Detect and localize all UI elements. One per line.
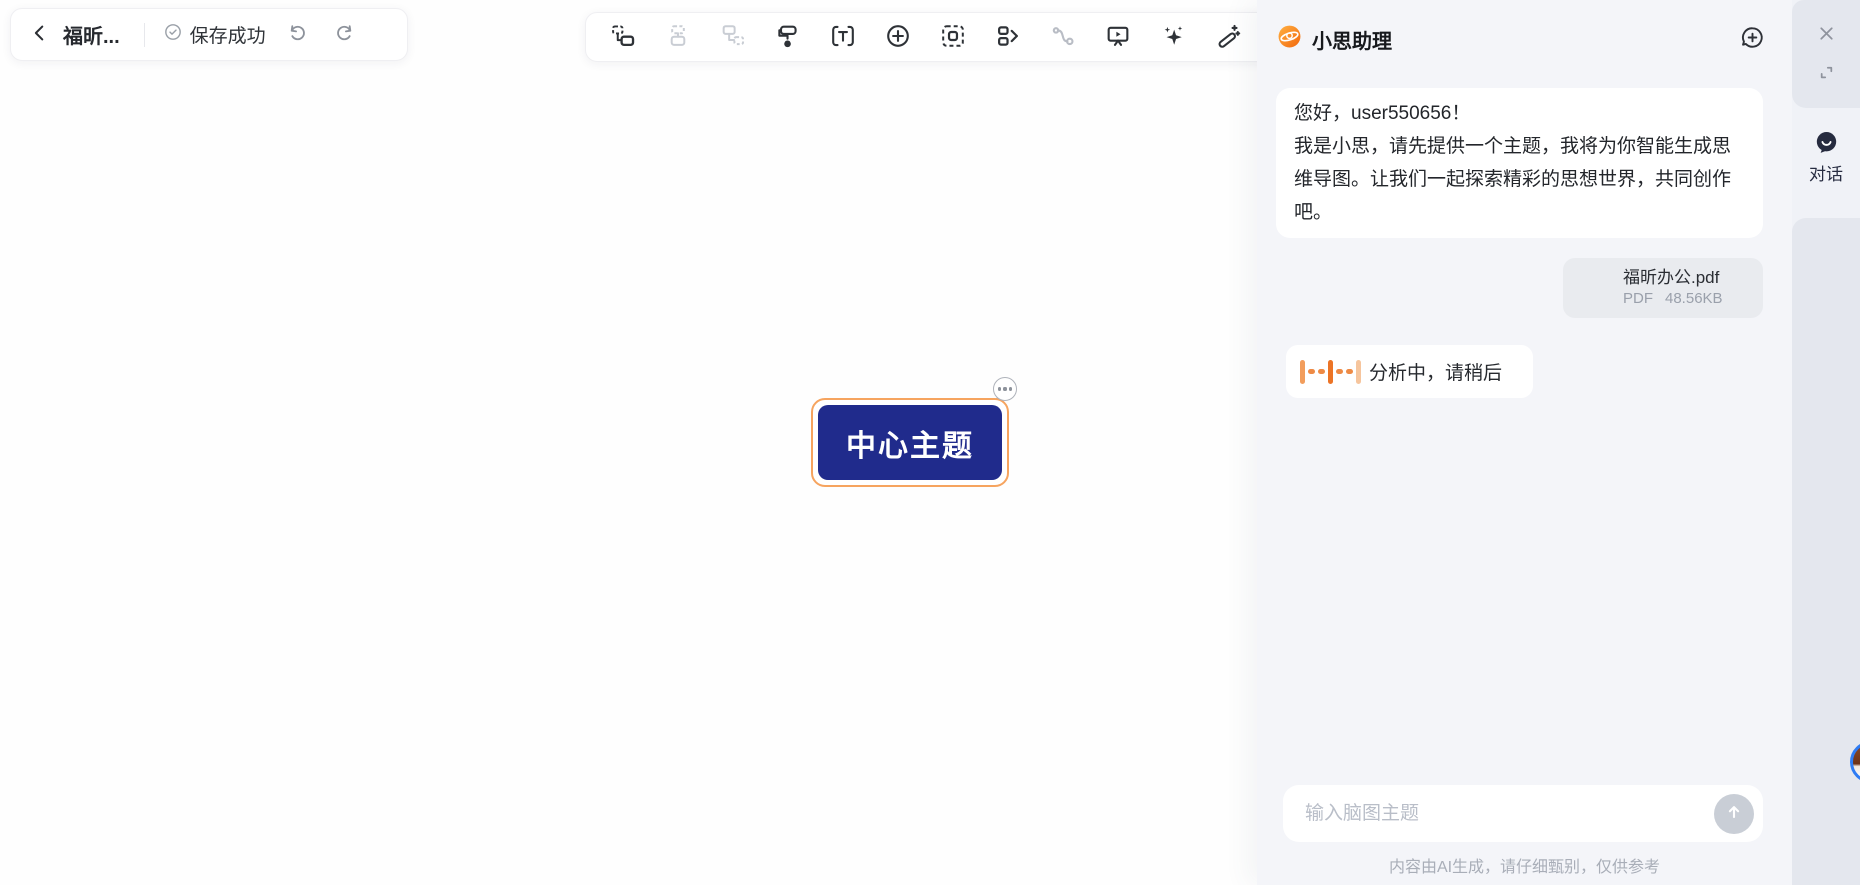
select-group-button[interactable] (936, 20, 970, 54)
paint-roller-icon (774, 22, 802, 53)
tab-conversation[interactable]: 对话 (1792, 108, 1860, 218)
welcome-greeting: 您好，user550656！ (1294, 97, 1745, 130)
rail-top-controls (1792, 0, 1860, 108)
editing-toolbar (585, 12, 1285, 62)
attachment-filename: 福昕办公.pdf (1623, 267, 1763, 289)
arrow-up-icon (1723, 801, 1745, 826)
add-subtopic-button[interactable] (716, 20, 750, 54)
send-button[interactable] (1714, 794, 1754, 834)
close-icon (1816, 23, 1837, 47)
topic-input[interactable] (1305, 803, 1714, 825)
ai-disclaimer: 内容由AI生成，请仔细甄别，仅供参考 (1257, 853, 1792, 877)
welcome-body: 我是小思，请先提供一个主题，我将为你智能生成思维导图。让我们一起探索精彩的思想世… (1294, 130, 1745, 229)
expand-corners-icon (1816, 62, 1837, 86)
undo-button[interactable] (286, 22, 308, 47)
format-painter-button[interactable] (771, 20, 805, 54)
dashed-select-icon (939, 22, 967, 53)
child-node-icon (664, 22, 692, 53)
orange-bars-loading-icon (1300, 360, 1361, 384)
document-toolbar: 福昕... 保存成功 (10, 8, 408, 61)
curve-link-icon (1049, 22, 1077, 53)
analyzing-label: 分析中，请稍后 (1369, 358, 1502, 385)
presentation-board-icon (1104, 22, 1132, 53)
check-circle-icon (163, 22, 183, 47)
assistant-title: 小思助理 (1312, 25, 1739, 54)
side-rail: 对话 (1792, 0, 1860, 885)
magic-wand-icon (1214, 22, 1242, 53)
analyzing-message: 分析中，请稍后 (1286, 345, 1533, 398)
assistant-welcome-message: 您好，user550656！ 我是小思，请先提供一个主题，我将为你智能生成思维导… (1276, 88, 1763, 238)
ellipsis-icon (998, 387, 1001, 390)
add-child-topic-button[interactable] (661, 20, 695, 54)
assistant-panel: 小思助理 您好，user550656！ 我是小思，请先提供一个主题，我将为你智能… (1257, 0, 1792, 885)
sibling-node-icon (609, 22, 637, 53)
new-chat-button[interactable] (1739, 24, 1766, 54)
undo-icon (286, 22, 308, 47)
plus-circle-icon (884, 22, 912, 53)
save-status: 保存成功 (163, 21, 266, 48)
document-title: 福昕... (63, 20, 120, 49)
text-bracket-icon (829, 22, 857, 53)
redo-button[interactable] (334, 22, 356, 47)
magic-beautify-button[interactable] (1211, 20, 1245, 54)
attachment-chip[interactable]: 福昕办公.pdf PDF 48.56KB (1563, 258, 1763, 318)
assistant-logo-icon (1277, 24, 1302, 54)
add-sibling-topic-button[interactable] (606, 20, 640, 54)
outline-structure-button[interactable] (991, 20, 1025, 54)
divider (144, 23, 145, 47)
node-menu-button[interactable] (993, 377, 1017, 401)
text-tool-button[interactable] (826, 20, 860, 54)
chat-bubble-smile-icon (1813, 129, 1840, 156)
expand-panel-button[interactable] (1816, 62, 1837, 86)
user-avatar[interactable] (1850, 741, 1860, 783)
subtopic-node-icon (719, 22, 747, 53)
tab-conversation-label: 对话 (1809, 160, 1843, 185)
attachment-size: 48.56KB (1665, 289, 1723, 309)
structure-arrow-icon (994, 22, 1022, 53)
redo-icon (334, 22, 356, 47)
presentation-button[interactable] (1101, 20, 1135, 54)
save-status-label: 保存成功 (190, 21, 266, 48)
ai-generate-button[interactable] (1156, 20, 1190, 54)
sparkles-icon (1159, 22, 1187, 53)
assistant-panel-header: 小思助理 (1277, 26, 1766, 52)
chat-input-container (1283, 785, 1763, 842)
close-panel-button[interactable] (1816, 23, 1837, 47)
new-chat-bubble-plus-icon (1739, 24, 1766, 54)
insert-button[interactable] (881, 20, 915, 54)
attachment-type: PDF (1623, 289, 1653, 309)
chevron-left-icon (29, 22, 51, 47)
center-topic-node[interactable]: 中心主题 (818, 405, 1002, 480)
rail-bottom (1792, 218, 1860, 885)
relationship-line-button[interactable] (1046, 20, 1080, 54)
back-button[interactable] (29, 22, 51, 47)
node-selection-border: 中心主题 (811, 398, 1009, 487)
